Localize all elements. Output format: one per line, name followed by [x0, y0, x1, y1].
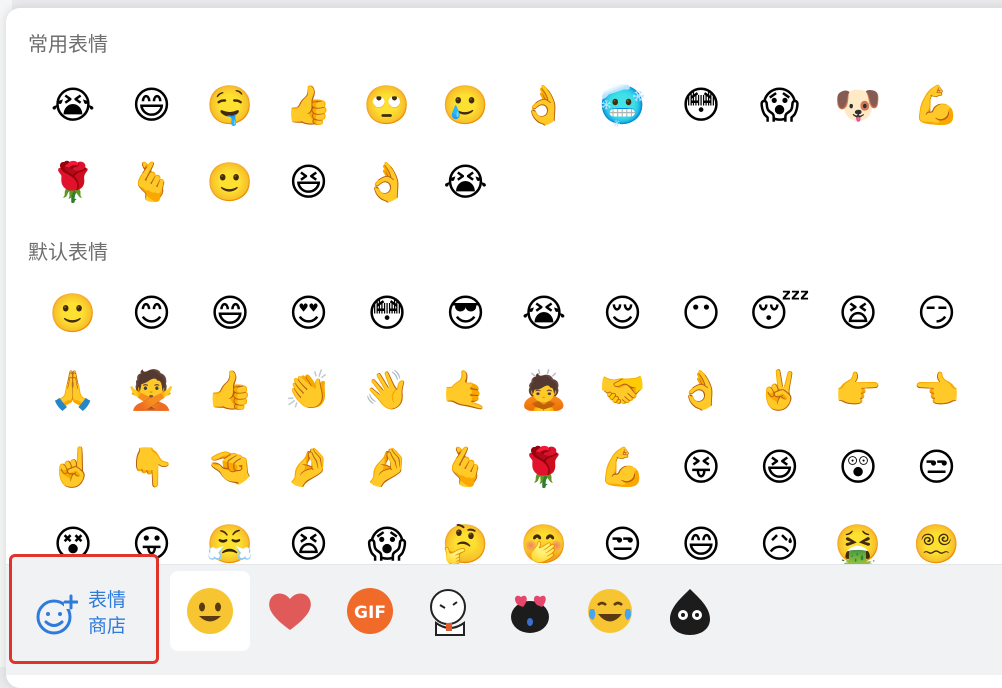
- frequent-emoji[interactable]: 😱: [757, 82, 803, 128]
- sticker-pack-4-tab[interactable]: [650, 571, 730, 651]
- default-emoji[interactable]: 👌: [677, 367, 724, 413]
- frequent-emoji[interactable]: 👍: [285, 82, 332, 128]
- default-emoji[interactable]: 🌹: [520, 444, 567, 490]
- cartoon-person-icon: [430, 589, 466, 636]
- default-emoji[interactable]: 🤌: [363, 444, 410, 490]
- default-emoji[interactable]: 😭: [521, 290, 567, 336]
- default-emoji[interactable]: 🤔: [442, 521, 489, 567]
- default-emoji[interactable]: 😄: [678, 521, 724, 567]
- frequent-emoji[interactable]: 🐶: [834, 82, 881, 128]
- default-emoji[interactable]: 😄: [207, 290, 253, 336]
- laugh-cry-icon: [588, 589, 632, 633]
- default-emoji[interactable]: 😫: [835, 290, 881, 336]
- frequent-emoji[interactable]: 💪: [913, 82, 960, 128]
- default-emoji[interactable]: 😴: [749, 290, 810, 336]
- frequent-emoji[interactable]: 🌹: [49, 159, 96, 205]
- default-emoji[interactable]: 😆: [757, 444, 803, 490]
- default-emoji[interactable]: ☝️: [49, 444, 96, 490]
- default-emoji[interactable]: 🤭: [520, 521, 567, 567]
- gif-tab[interactable]: GIF: [330, 571, 410, 651]
- default-emoji[interactable]: 😌: [600, 290, 646, 336]
- default-emoji[interactable]: 🤮: [834, 521, 881, 567]
- default-emoji[interactable]: 👋: [363, 367, 410, 413]
- default-emoji[interactable]: 😶: [678, 290, 724, 336]
- default-emoji-grid: 🙂 😊 😄 😍 😳 😎 😭 😌 😶 😴 😫 😏 🙏 🙅 👍 👏 👋 🤙 🙇 🤝 👌 ✌️ 👉 👈 ☝️ 👇 🤏 🤌 🤌 🫰 🌹 💪 😝 😆 😲 😒 😵 😛…: [49, 290, 1002, 598]
- default-emoji[interactable]: 😳: [364, 290, 410, 336]
- sticker-pack-2-tab[interactable]: [490, 571, 570, 651]
- favorites-tab[interactable]: [250, 571, 330, 651]
- default-emoji[interactable]: 👈: [913, 367, 960, 413]
- default-emoji[interactable]: 😝: [678, 444, 724, 490]
- default-emoji[interactable]: 😒: [914, 444, 960, 490]
- default-emoji[interactable]: 😍: [286, 290, 332, 336]
- default-emoji[interactable]: 🙅: [128, 367, 175, 413]
- frequent-emoji[interactable]: 🙂: [206, 159, 253, 205]
- default-emoji[interactable]: 🙏: [49, 367, 96, 413]
- default-emoji[interactable]: 👏: [285, 367, 332, 413]
- smiley-face-icon: [187, 588, 233, 634]
- default-emoji[interactable]: 😥: [757, 521, 803, 567]
- frequent-emoji[interactable]: 🥲: [442, 82, 489, 128]
- default-emoji[interactable]: 🤝: [599, 367, 646, 413]
- default-emoji[interactable]: 🙇: [520, 367, 567, 413]
- emoji-store-label-line2: 商店: [88, 615, 127, 637]
- default-emoji[interactable]: 😫: [286, 521, 332, 567]
- frequent-emoji[interactable]: 😳: [678, 82, 724, 128]
- default-emoji[interactable]: 😏: [914, 290, 960, 336]
- default-emoji[interactable]: 🤌: [285, 444, 332, 490]
- gif-label: GIF: [354, 603, 386, 623]
- frequent-emoji[interactable]: 😭: [443, 159, 489, 205]
- emoji-store-label: 表情 商店: [88, 587, 132, 639]
- emoji-store-button[interactable]: 表情 商店: [9, 554, 159, 664]
- frequent-emoji[interactable]: 😭: [50, 82, 96, 128]
- gif-icon: GIF: [347, 588, 393, 634]
- heart-icon: [269, 593, 311, 630]
- emoji-store-label-line1: 表情: [88, 589, 127, 611]
- default-emoji[interactable]: 😊: [129, 290, 175, 336]
- default-emoji[interactable]: 👇: [128, 444, 175, 490]
- default-emoji[interactable]: 🫰: [442, 444, 489, 490]
- default-emoji[interactable]: 👉: [834, 367, 881, 413]
- default-emoji[interactable]: ✌️: [756, 367, 803, 413]
- black-blob-icon: [670, 589, 710, 635]
- sticker-pack-3-tab[interactable]: [570, 571, 650, 651]
- default-emoji[interactable]: 😒: [600, 521, 646, 567]
- frequent-emoji[interactable]: 😄: [129, 82, 175, 128]
- default-emoji[interactable]: 😤: [206, 521, 253, 567]
- default-emoji[interactable]: 🤙: [442, 367, 489, 413]
- section-title-default: 默认表情: [28, 240, 108, 264]
- section-title-frequent: 常用表情: [28, 32, 108, 56]
- emoji-tab[interactable]: [170, 571, 250, 651]
- frequent-emoji[interactable]: 😆: [286, 159, 332, 205]
- black-heart-eyes-icon: [511, 595, 549, 633]
- frequent-emoji[interactable]: 🤤: [206, 82, 253, 128]
- default-emoji[interactable]: 👍: [206, 367, 253, 413]
- default-emoji[interactable]: 💪: [599, 444, 646, 490]
- default-emoji[interactable]: 😎: [443, 290, 489, 336]
- default-emoji[interactable]: 🤏: [206, 444, 253, 490]
- frequent-emoji[interactable]: 👌: [363, 159, 410, 205]
- default-emoji[interactable]: 😲: [835, 444, 881, 490]
- emoji-store-icon: [36, 594, 78, 635]
- frequent-emoji[interactable]: 👌: [520, 82, 567, 128]
- sticker-pack-1-tab[interactable]: [410, 571, 490, 651]
- default-emoji[interactable]: 🙂: [49, 290, 96, 336]
- default-emoji[interactable]: 😱: [364, 521, 410, 567]
- frequent-emoji[interactable]: 🫰: [128, 159, 175, 205]
- frequent-emoji[interactable]: 🙄: [363, 82, 410, 128]
- frequent-emoji-grid: 😭 😄 🤤 👍 🙄 🥲 👌 🥶 😳 😱 🐶 💪 🌹 🫰 🙂 😆 👌 😭: [49, 82, 1002, 236]
- default-emoji[interactable]: 😵‍💫: [913, 521, 960, 567]
- frequent-emoji[interactable]: 🥶: [599, 82, 646, 128]
